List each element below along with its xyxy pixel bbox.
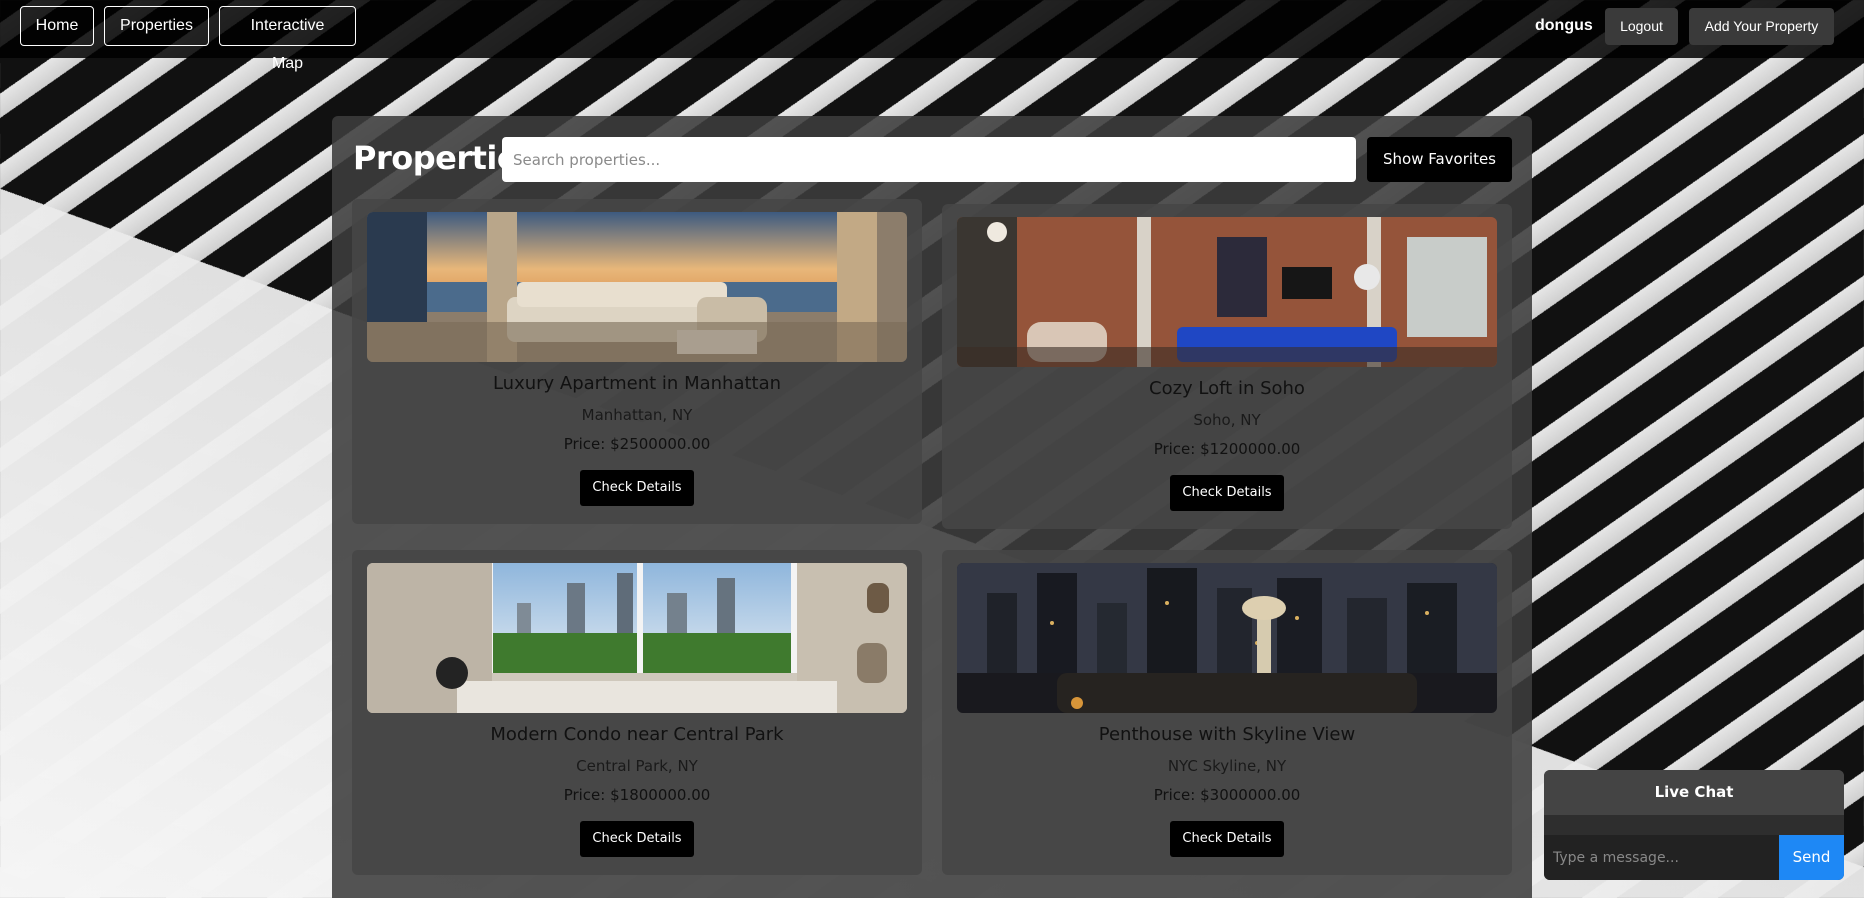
nav-interactive-map-button[interactable]: Interactive Map (219, 6, 356, 72)
chat-send-button[interactable]: Send (1779, 835, 1844, 880)
top-navbar: Home Properties Interactive Map dongus L… (0, 0, 1864, 72)
property-price: Price: $1800000.00 (563, 786, 711, 804)
property-card: Luxury Apartment in Manhattan Manhattan,… (352, 199, 922, 524)
nav-properties-button[interactable]: Properties (104, 6, 209, 46)
chat-message-input[interactable] (1544, 835, 1779, 880)
live-chat-widget: Live Chat Send (1544, 770, 1844, 880)
property-image[interactable] (957, 217, 1497, 367)
property-photo (957, 563, 1497, 713)
property-image[interactable] (367, 212, 907, 362)
property-card: Modern Condo near Central Park Central P… (352, 550, 922, 875)
property-card: Cozy Loft in Soho Soho, NY Price: $12000… (942, 204, 1512, 529)
property-photo (367, 212, 907, 362)
property-photo (367, 563, 907, 713)
property-location: Central Park, NY (576, 757, 698, 775)
property-price: Price: $1200000.00 (1153, 440, 1301, 458)
property-location: Soho, NY (1193, 411, 1261, 429)
property-title: Modern Condo near Central Park (490, 724, 784, 745)
property-title: Penthouse with Skyline View (1098, 724, 1356, 745)
property-location: Manhattan, NY (581, 406, 693, 424)
property-photo (957, 217, 1497, 367)
property-price: Price: $3000000.00 (1153, 786, 1301, 804)
logout-button[interactable]: Logout (1605, 8, 1678, 45)
show-favorites-button[interactable]: Show Favorites (1367, 137, 1512, 182)
search-input[interactable] (502, 137, 1356, 182)
chat-messages-area (1544, 815, 1844, 835)
property-card: Penthouse with Skyline View NYC Skyline,… (942, 550, 1512, 875)
nav-home-button[interactable]: Home (20, 6, 94, 46)
property-image[interactable] (367, 563, 907, 713)
live-chat-title[interactable]: Live Chat (1544, 770, 1844, 815)
property-title: Cozy Loft in Soho (1149, 378, 1305, 399)
property-image[interactable] (957, 563, 1497, 713)
property-price: Price: $2500000.00 (563, 435, 711, 453)
property-location: NYC Skyline, NY (1167, 757, 1287, 775)
username-label: dongus (1535, 17, 1593, 34)
check-details-button[interactable]: Check Details (1170, 821, 1284, 857)
check-details-button[interactable]: Check Details (580, 470, 694, 506)
check-details-button[interactable]: Check Details (580, 821, 694, 857)
add-property-button[interactable]: Add Your Property (1689, 8, 1834, 45)
property-title: Luxury Apartment in Manhattan (492, 373, 782, 394)
check-details-button[interactable]: Check Details (1170, 475, 1284, 511)
